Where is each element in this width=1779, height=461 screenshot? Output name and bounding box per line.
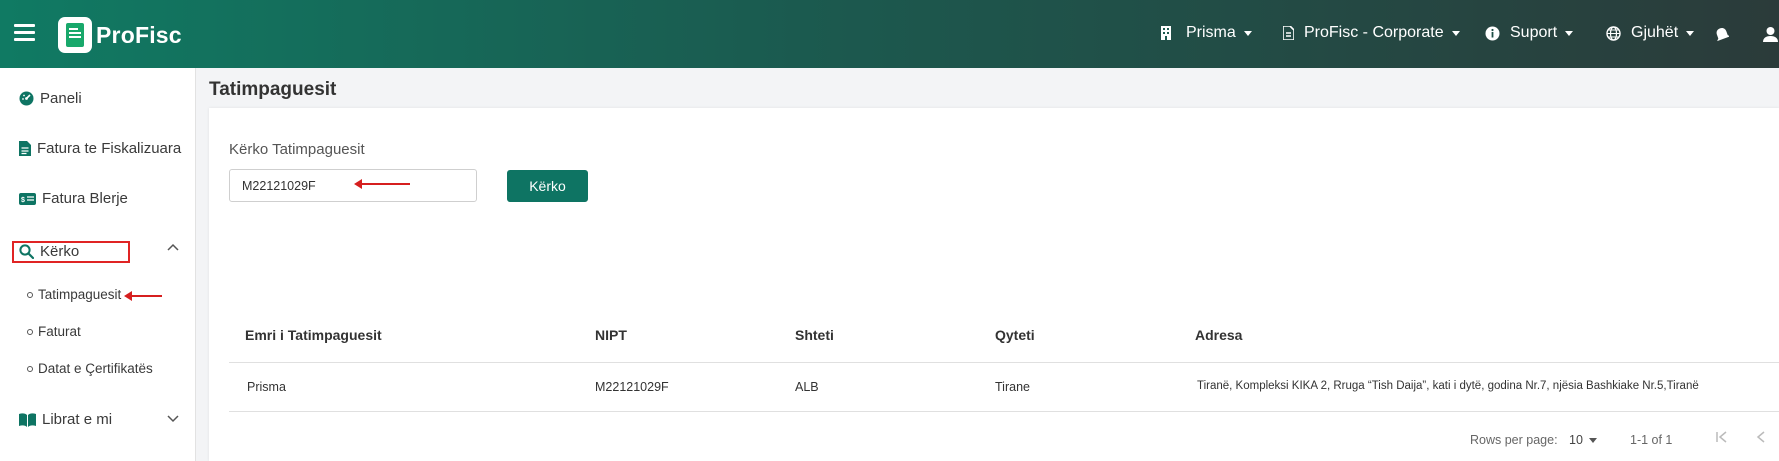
- annotation-highlight-box: [12, 241, 130, 263]
- sidebar-item-librat-e-mi[interactable]: Librat e mi: [19, 411, 112, 428]
- nav-support[interactable]: Suport: [1485, 24, 1574, 42]
- chevron-up-icon[interactable]: [167, 243, 179, 251]
- table-cell-name: Prisma: [247, 380, 286, 394]
- nav-language[interactable]: Gjuhët: [1606, 24, 1695, 42]
- bullet-icon: [27, 291, 33, 298]
- sidebar-item-label: Paneli: [40, 90, 82, 107]
- menu-toggle-icon[interactable]: [14, 24, 35, 41]
- building-icon: [1161, 26, 1171, 40]
- sidebar-item-fatura-blerje[interactable]: $ Fatura Blerje: [19, 190, 128, 207]
- page-title: Tatimpaguesit: [209, 79, 337, 100]
- app-name: ProFisc: [96, 22, 182, 48]
- nav-support-label: Suport: [1510, 24, 1558, 41]
- rows-per-page-select[interactable]: 10: [1569, 433, 1597, 447]
- sidebar-item-fatura-fiskalizuara[interactable]: Fatura te Fiskalizuara: [19, 140, 181, 157]
- nav-profile[interactable]: ProFisc - Corporate: [1283, 24, 1460, 42]
- globe-icon: [1606, 25, 1621, 41]
- search-input[interactable]: [229, 169, 477, 202]
- nav-profile-label: ProFisc - Corporate: [1304, 24, 1444, 41]
- search-button[interactable]: Kërko: [507, 170, 588, 202]
- column-header-country[interactable]: Shteti: [795, 327, 834, 343]
- sidebar-item-label: Fatura te Fiskalizuara: [37, 140, 182, 157]
- table-cell-country: ALB: [795, 380, 819, 394]
- bullet-icon: [27, 365, 33, 372]
- info-icon: [1485, 26, 1500, 40]
- sidebar-item-paneli[interactable]: Paneli: [19, 90, 82, 107]
- chevron-down-icon: [1243, 30, 1252, 36]
- chevron-down-icon: [1588, 437, 1597, 443]
- file-icon: [1283, 26, 1294, 40]
- cash-icon: $: [19, 192, 36, 205]
- nav-company[interactable]: Prisma: [1160, 24, 1252, 42]
- pagination-range: 1-1 of 1: [1630, 433, 1673, 447]
- nav-language-label: Gjuhët: [1631, 24, 1679, 41]
- table-cell-address: Tiranë, Kompleksi KIKA 2, Rruga “Tish Da…: [1197, 380, 1699, 392]
- rows-per-page-value: 10: [1569, 433, 1583, 447]
- rows-per-page-label: Rows per page:: [1470, 433, 1558, 447]
- chevron-down-icon: [1451, 30, 1460, 36]
- sidebar-subitem-label: Datat e Çertifikatës: [38, 361, 153, 376]
- dashboard-icon: [19, 91, 34, 106]
- sidebar-item-label: Librat e mi: [42, 411, 113, 428]
- sidebar-subitem-tatimpaguesit[interactable]: Tatimpaguesit: [27, 287, 121, 302]
- chevron-down-icon: [1565, 30, 1574, 36]
- column-header-name[interactable]: Emri i Tatimpaguesit: [245, 327, 382, 343]
- column-header-city[interactable]: Qyteti: [995, 327, 1035, 343]
- table-cell-city: Tirane: [995, 380, 1030, 394]
- chevron-down-icon[interactable]: [167, 415, 179, 423]
- annotation-arrow: [124, 291, 162, 301]
- user-icon[interactable]: [1762, 26, 1779, 42]
- table-cell-nipt: M22121029F: [595, 380, 669, 394]
- table-divider: [229, 411, 1779, 412]
- sidebar-item-label: Fatura Blerje: [42, 190, 128, 207]
- annotation-arrow: [354, 179, 410, 189]
- top-navbar: ProFisc Prisma ProFisc - Corporate Supor…: [0, 0, 1779, 68]
- column-header-address[interactable]: Adresa: [1195, 327, 1242, 343]
- column-header-nipt[interactable]: NIPT: [595, 327, 627, 343]
- chevron-down-icon: [1686, 30, 1695, 36]
- bullet-icon: [27, 328, 33, 335]
- sidebar-subitem-label: Tatimpaguesit: [38, 287, 122, 302]
- first-page-icon[interactable]: [1715, 430, 1729, 444]
- sidebar-subitem-datat-certifikates[interactable]: Datat e Çertifikatës: [27, 361, 153, 376]
- book-icon: [19, 412, 36, 427]
- document-icon: [19, 141, 31, 156]
- sidebar-subitem-faturat[interactable]: Faturat: [27, 324, 81, 339]
- search-label: Kërko Tatimpaguesit: [229, 141, 365, 158]
- app-logo-icon: [58, 17, 92, 53]
- previous-page-icon[interactable]: [1755, 430, 1767, 444]
- sidebar-subitem-label: Faturat: [38, 324, 81, 339]
- svg-text:$: $: [21, 197, 25, 204]
- sidebar: [0, 68, 196, 461]
- bell-icon[interactable]: [1715, 27, 1729, 42]
- nav-company-label: Prisma: [1186, 24, 1236, 41]
